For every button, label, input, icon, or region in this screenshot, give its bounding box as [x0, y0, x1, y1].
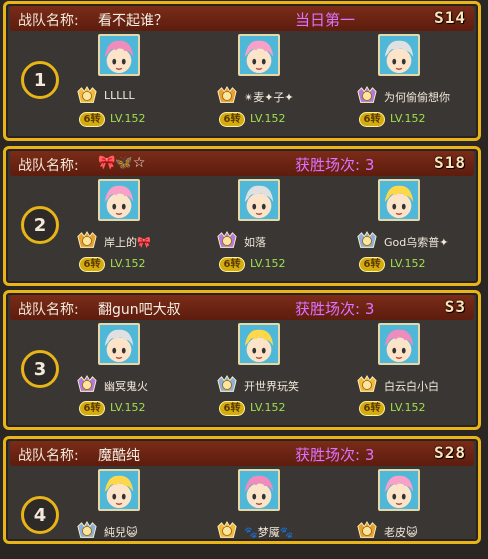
rank-badge-icon: [356, 521, 378, 541]
team-member[interactable]: God乌索普✦ 6转 LV.152: [357, 179, 488, 272]
white-hair-character-icon[interactable]: [238, 323, 280, 365]
team-panel[interactable]: 战队名称: 魔酷纯 获胜场次: 3 S28 4 純兒😺 🐾梦魇🐾 老皮😺: [3, 436, 481, 544]
player-level: LV.152: [390, 257, 426, 270]
season-tag: S3: [444, 297, 466, 316]
rank-badge-icon: [216, 231, 238, 251]
team-header: 战队名称: 翻gun吧大叔 获胜场次: 3 S3: [10, 295, 474, 320]
rebirth-tier-badge: 6转: [359, 257, 385, 272]
player-level: LV.152: [110, 401, 146, 414]
rank-badge-icon: [76, 521, 98, 541]
player-level: LV.152: [250, 401, 286, 414]
rebirth-tier-badge: 6转: [79, 401, 105, 416]
team-member[interactable]: 开世界玩笑 6转 LV.152: [217, 323, 356, 416]
rank-number: 4: [21, 496, 59, 534]
pink-hair-character-icon[interactable]: [378, 323, 420, 365]
player-level: LV.152: [250, 112, 286, 125]
rebirth-tier-badge: 6转: [79, 112, 105, 127]
pink-hair-character-icon[interactable]: [238, 469, 280, 511]
rank-badge-icon: [216, 375, 238, 395]
rebirth-tier-badge: 6转: [359, 401, 385, 416]
team-name: 看不起谁？: [98, 13, 168, 29]
season-tag: S14: [434, 8, 466, 27]
pink-hair-character-icon[interactable]: [98, 34, 140, 76]
rank-badge-icon: [356, 375, 378, 395]
rank-badge-icon: [356, 231, 378, 251]
team-member[interactable]: 如落 6转 LV.152: [217, 179, 356, 272]
team-panel[interactable]: 战队名称: 翻gun吧大叔 获胜场次: 3 S3 3 幽冥鬼火 6转 LV.152 开世界玩笑 6…: [3, 290, 481, 430]
player-level: LV.152: [110, 112, 146, 125]
team-name: 🎀🦋☆: [98, 155, 146, 171]
player-name: 純兒😺: [104, 526, 138, 539]
team-header: 战队名称: 魔酷纯 获胜场次: 3 S28: [10, 441, 474, 466]
rebirth-tier-badge: 6转: [219, 401, 245, 416]
player-name: 老皮😺: [384, 526, 418, 539]
white-hair-character-icon[interactable]: [98, 179, 140, 221]
team-result: 当日第一: [295, 11, 356, 29]
team-header: 战队名称: 看不起谁？ 当日第一 S14: [10, 6, 474, 31]
rank-badge-icon: [76, 231, 98, 251]
rebirth-tier-badge: 6转: [219, 112, 245, 127]
rank-badge-icon: [76, 86, 98, 106]
blonde-character-icon[interactable]: [378, 179, 420, 221]
rank-badge-icon: [216, 86, 238, 106]
player-name: God乌索普✦: [384, 236, 449, 249]
player-name: 幽冥鬼火: [104, 380, 148, 393]
team-name-label: 战队名称:: [18, 302, 79, 318]
rebirth-tier-badge: 6转: [359, 112, 385, 127]
team-name: 魔酷纯: [98, 448, 140, 464]
rank-number: 1: [21, 61, 59, 99]
team-header: 战队名称: 🎀🦋☆ 获胜场次: 3 S18: [10, 151, 474, 176]
player-level: LV.152: [390, 401, 426, 414]
player-name: 如落: [244, 236, 266, 249]
player-name: 开世界玩笑: [244, 380, 299, 393]
player-name: 为何偷偷想你: [384, 91, 450, 104]
rank-number: 3: [21, 350, 59, 388]
pink-hair-character-icon[interactable]: [98, 323, 140, 365]
team-name-label: 战队名称:: [18, 13, 79, 29]
white-hair-character-icon[interactable]: [98, 469, 140, 511]
team-member[interactable]: ✴麦✦子✦ 6转 LV.152: [217, 34, 356, 127]
team-member[interactable]: 老皮😺: [357, 469, 488, 559]
pink-hair-character-icon[interactable]: [238, 34, 280, 76]
season-tag: S28: [434, 443, 466, 462]
team-result: 获胜场次: 3: [295, 156, 375, 174]
team-panel[interactable]: 战队名称: 🎀🦋☆ 获胜场次: 3 S18 2 岸上的🎀 6转 LV.152 如落 6转 LV.15…: [3, 146, 481, 286]
player-name: 🐾梦魇🐾: [244, 526, 294, 539]
green-hat-character-icon[interactable]: [378, 34, 420, 76]
team-name: 翻gun吧大叔: [98, 302, 181, 318]
team-result: 获胜场次: 3: [295, 446, 375, 464]
rank-badge-icon: [356, 86, 378, 106]
rebirth-tier-badge: 6转: [219, 257, 245, 272]
team-member[interactable]: LLLLL 6转 LV.152: [77, 34, 216, 127]
rebirth-tier-badge: 6转: [79, 257, 105, 272]
rank-number: 2: [21, 206, 59, 244]
team-member[interactable]: 为何偷偷想你 6转 LV.152: [357, 34, 488, 127]
team-name-label: 战队名称:: [18, 448, 79, 464]
team-member[interactable]: 幽冥鬼火 6转 LV.152: [77, 323, 216, 416]
player-level: LV.152: [110, 257, 146, 270]
player-name: 岸上的🎀: [104, 236, 151, 249]
player-name: LLLLL: [104, 89, 135, 102]
team-member[interactable]: 純兒😺: [77, 469, 216, 559]
rank-badge-icon: [216, 521, 238, 541]
player-name: 白云白小白: [384, 380, 439, 393]
player-level: LV.152: [390, 112, 426, 125]
team-member[interactable]: 白云白小白 6转 LV.152: [357, 323, 488, 416]
player-name: ✴麦✦子✦: [244, 91, 294, 104]
team-name-label: 战队名称:: [18, 158, 79, 174]
team-member[interactable]: 岸上的🎀 6转 LV.152: [77, 179, 216, 272]
team-member[interactable]: 🐾梦魇🐾: [217, 469, 356, 559]
white-hair-character-icon[interactable]: [378, 469, 420, 511]
player-level: LV.152: [250, 257, 286, 270]
pink-hair-character-icon[interactable]: [238, 179, 280, 221]
rank-badge-icon: [76, 375, 98, 395]
team-result: 获胜场次: 3: [295, 300, 375, 318]
team-panel[interactable]: 战队名称: 看不起谁？ 当日第一 S14 1 LLLLL 6转 LV.152 ✴麦✦子✦ 6转 LV…: [3, 1, 481, 141]
season-tag: S18: [434, 153, 466, 172]
